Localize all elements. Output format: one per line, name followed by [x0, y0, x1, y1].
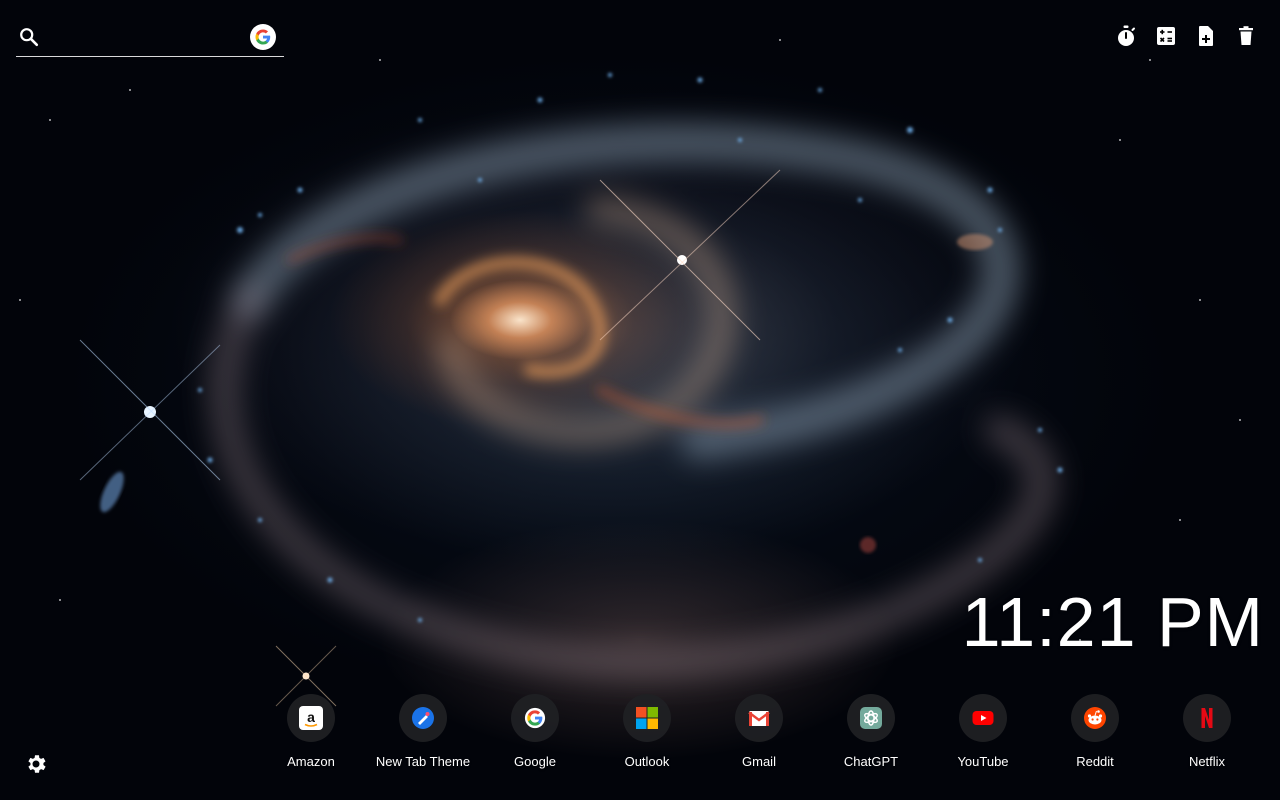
shortcut-label: YouTube — [957, 754, 1009, 769]
netflix-icon — [1183, 694, 1231, 742]
shortcut-chatgpt[interactable]: ChatGPT — [815, 694, 927, 774]
clock: 11:21 PM — [961, 583, 1264, 661]
google-g-icon[interactable] — [250, 24, 276, 50]
shortcut-label: Netflix — [1188, 754, 1226, 769]
amazon-icon: a — [287, 694, 335, 742]
reddit-icon — [1071, 694, 1119, 742]
shortcut-label: Gmail — [742, 754, 776, 769]
shortcut-netflix[interactable]: Netflix — [1151, 694, 1263, 774]
shortcut-gmail[interactable]: Gmail — [703, 694, 815, 774]
gear-icon[interactable] — [24, 752, 48, 776]
shortcut-new-tab-theme[interactable]: New Tab Theme — [367, 694, 479, 774]
wallpaper: 11:21 PM a Amazon New Tab Theme Google O… — [0, 0, 1280, 800]
calculator-icon[interactable] — [1154, 24, 1178, 48]
shortcut-outlook[interactable]: Outlook — [591, 694, 703, 774]
svg-text:a: a — [307, 709, 315, 725]
search-icon[interactable] — [18, 26, 40, 48]
shortcut-label: Reddit — [1076, 754, 1114, 769]
shortcut-label: ChatGPT — [843, 754, 899, 769]
gmail-icon — [735, 694, 783, 742]
microsoft-icon — [623, 694, 671, 742]
new-tab-theme-icon — [399, 694, 447, 742]
shortcut-label: New Tab Theme — [375, 754, 471, 769]
shortcut-youtube[interactable]: YouTube — [927, 694, 1039, 774]
shortcut-amazon[interactable]: a Amazon — [255, 694, 367, 774]
shortcut-google[interactable]: Google — [479, 694, 591, 774]
shortcut-label: Outlook — [624, 754, 670, 769]
search-input[interactable] — [50, 24, 254, 52]
trash-icon[interactable] — [1234, 24, 1258, 48]
youtube-icon — [959, 694, 1007, 742]
stopwatch-icon[interactable] — [1114, 24, 1138, 48]
toolbar — [1114, 24, 1258, 48]
shortcuts-row: a Amazon New Tab Theme Google Outlook Gm… — [255, 694, 1263, 774]
galaxy-wallpaper — [19, 39, 1241, 707]
shortcut-reddit[interactable]: Reddit — [1039, 694, 1151, 774]
note-add-icon[interactable] — [1194, 24, 1218, 48]
shortcut-label: Google — [514, 754, 556, 769]
chatgpt-icon — [847, 694, 895, 742]
google-icon — [511, 694, 559, 742]
shortcut-label: Amazon — [287, 754, 335, 769]
search-bar — [16, 20, 284, 57]
